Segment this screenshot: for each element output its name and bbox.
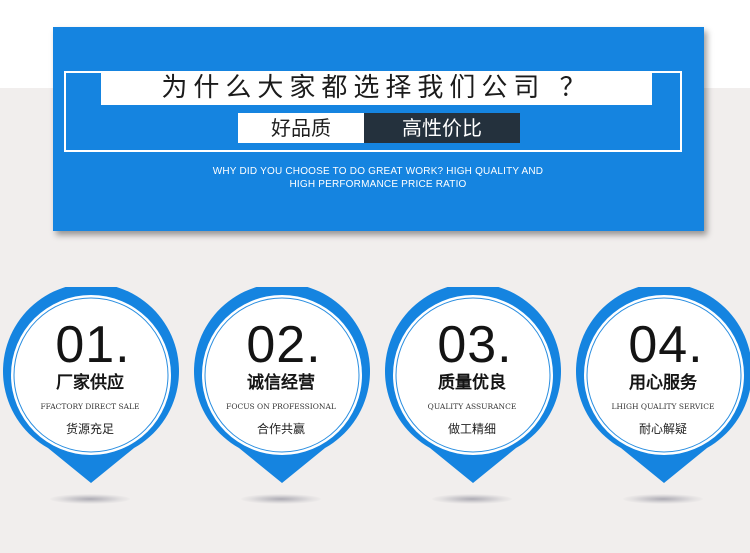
feature-title: 厂家供应 xyxy=(56,373,124,393)
feature-subtitle-en: LHIGH QUALITY SERVICE xyxy=(611,402,715,411)
feature-number: 02. xyxy=(246,316,322,374)
feature-title: 用心服务 xyxy=(629,373,697,393)
badge-shadow xyxy=(50,494,130,504)
feature-card-integrity: 02. 诚信经营 FOCUS ON PROFESSIONAL 合作共赢 xyxy=(189,287,379,512)
feature-title: 质量优良 xyxy=(438,373,506,393)
hero-banner: 为什么大家都选择我们公司 ？ 好品质 高性价比 WHY DID YOU CHOO… xyxy=(53,27,704,231)
feature-card-quality: 03. 质量优良 QUALITY ASSURANCE 做工精细 xyxy=(380,287,570,512)
banner-subtitle: WHY DID YOU CHOOSE TO DO GREAT WORK? HIG… xyxy=(153,165,603,191)
feature-subtitle-en: FOCUS ON PROFESSIONAL xyxy=(226,402,336,411)
feature-card-service: 04. 用心服务 LHIGH QUALITY SERVICE 耐心解疑 xyxy=(571,287,750,512)
feature-subtitle-cn: 做工精细 xyxy=(447,422,496,436)
badge-shadow xyxy=(432,494,512,504)
banner-subtitle-line1: WHY DID YOU CHOOSE TO DO GREAT WORK? HIG… xyxy=(212,166,544,177)
feature-number: 01. xyxy=(55,316,131,374)
feature-title: 诚信经营 xyxy=(247,373,315,393)
feature-subtitle-cn: 耐心解疑 xyxy=(638,422,687,436)
banner-title: 为什么大家都选择我们公司 ？ xyxy=(101,71,652,105)
feature-subtitle-en: FFACTORY DIRECT SALE xyxy=(40,402,140,411)
tag-high-value: 高性价比 xyxy=(364,113,520,143)
feature-number: 03. xyxy=(437,316,513,374)
badge-shadow xyxy=(241,494,321,504)
badge-shadow xyxy=(623,494,703,504)
feature-subtitle-cn: 合作共赢 xyxy=(256,422,305,436)
tag-good-quality: 好品质 xyxy=(238,113,364,143)
feature-subtitle-cn: 货源充足 xyxy=(65,422,114,436)
banner-subtitle-line2: HIGH PERFORMANCE PRICE RATIO xyxy=(289,179,467,190)
feature-card-factory: 01. 厂家供应 FFACTORY DIRECT SALE 货源充足 xyxy=(0,287,188,512)
feature-subtitle-en: QUALITY ASSURANCE xyxy=(427,402,517,411)
feature-number: 04. xyxy=(628,316,704,374)
